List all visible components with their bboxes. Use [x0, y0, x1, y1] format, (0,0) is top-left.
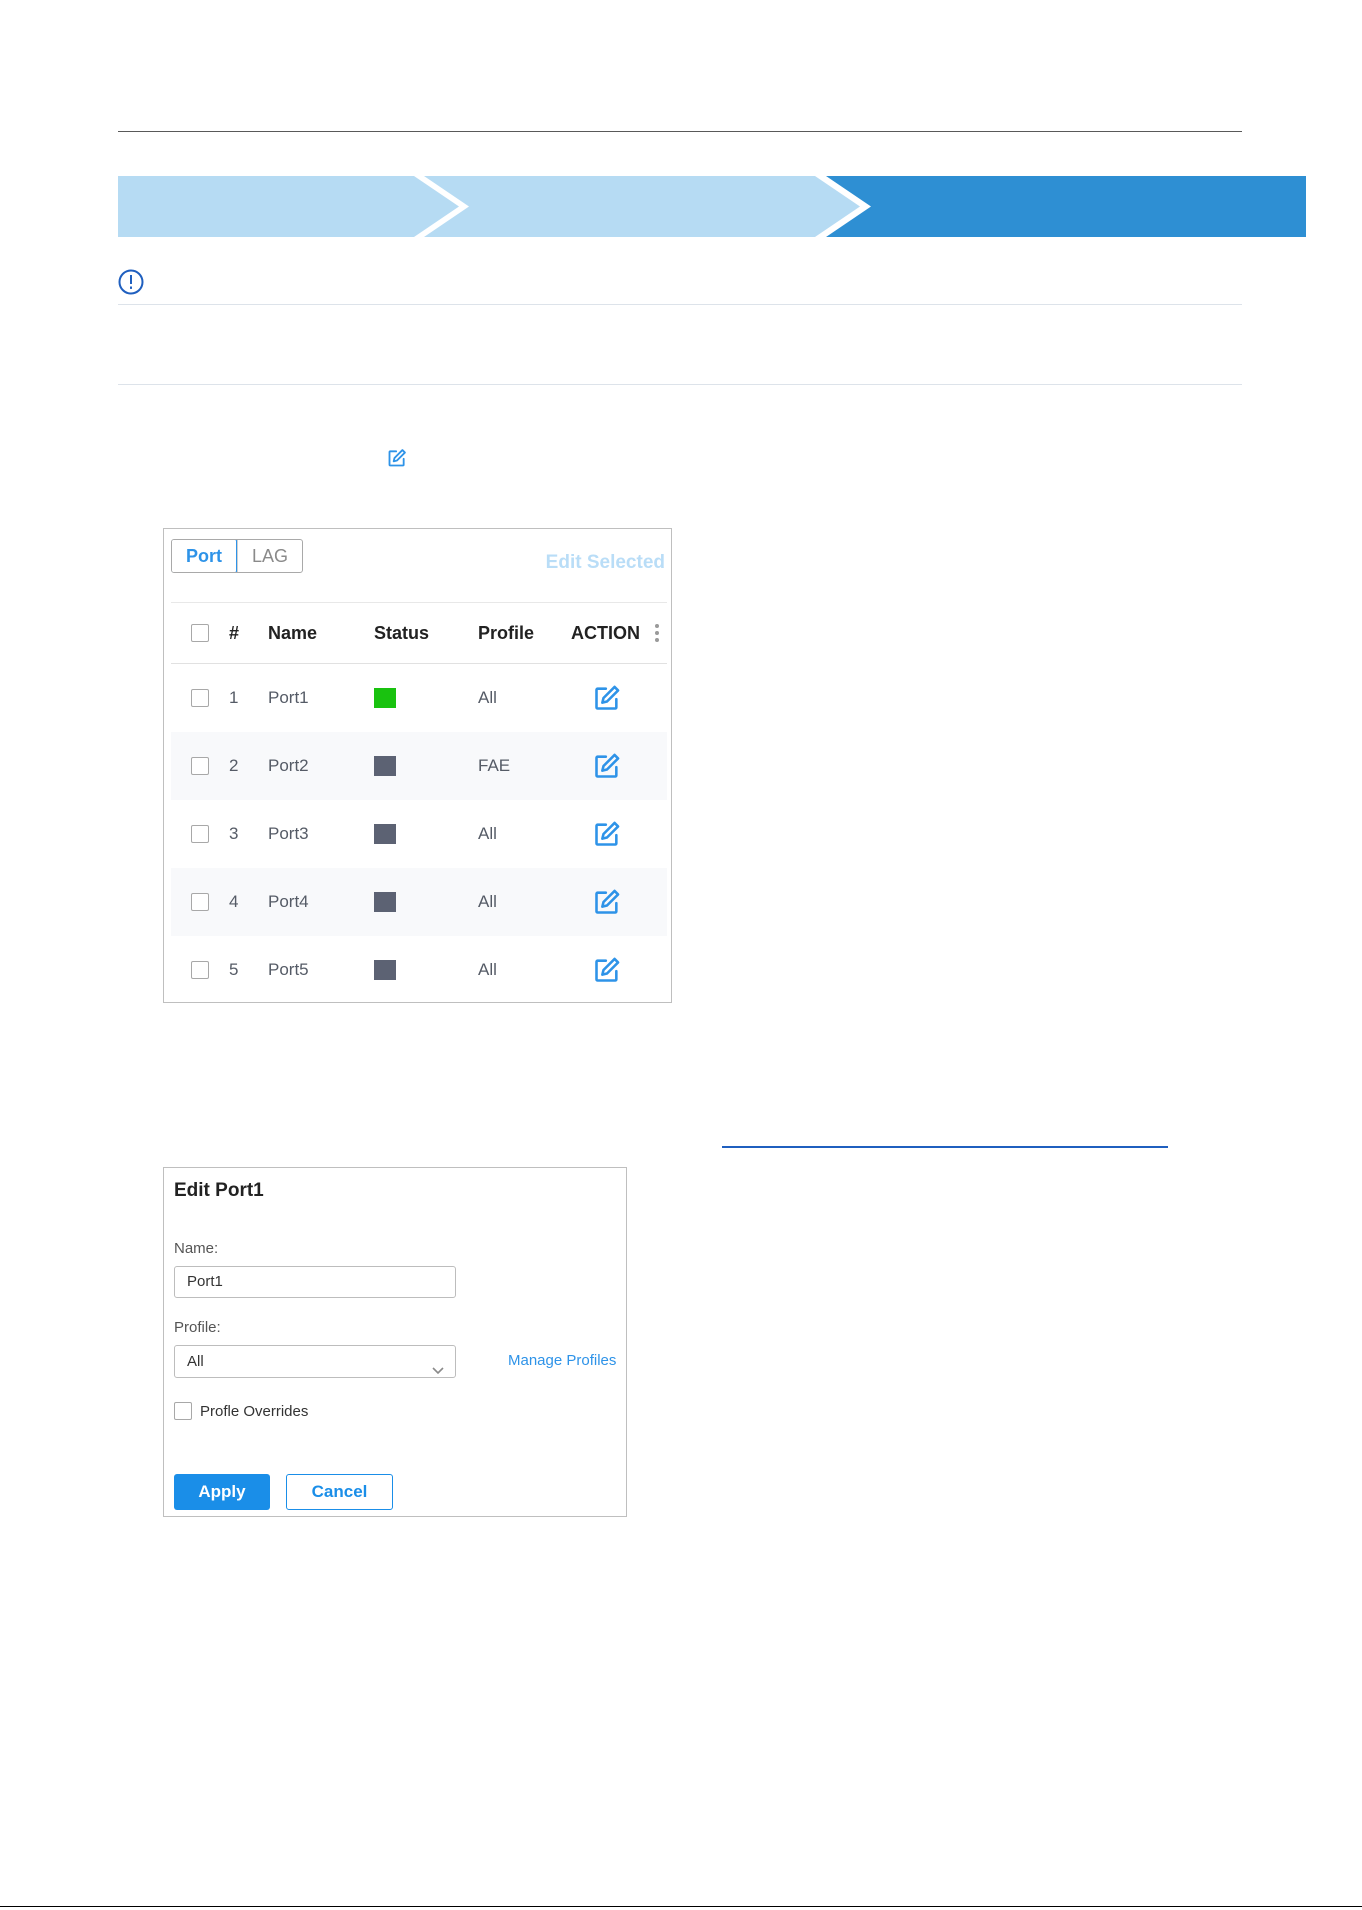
footer-divider [0, 1906, 1362, 1907]
profile-overrides-label: Profle Overrides [200, 1402, 309, 1420]
column-header-name[interactable]: Name [268, 603, 317, 663]
name-field[interactable]: Port1 [174, 1266, 456, 1298]
row-number: 3 [229, 824, 239, 843]
top-divider [118, 131, 1242, 132]
manage-profiles-link[interactable]: Manage Profiles [508, 1352, 616, 1369]
port-profile: All [478, 892, 497, 911]
profile-overrides-option: Profle Overrides [174, 1402, 308, 1420]
profile-overrides-checkbox[interactable] [174, 1402, 192, 1420]
row-checkbox[interactable] [191, 757, 209, 775]
status-indicator [374, 824, 396, 844]
row-checkbox[interactable] [191, 825, 209, 843]
column-header-status[interactable]: Status [374, 603, 429, 663]
notice-divider-top [118, 304, 1242, 305]
edit-icon[interactable] [593, 820, 621, 848]
row-checkbox[interactable] [191, 961, 209, 979]
port-profile: All [478, 688, 497, 707]
column-header-profile[interactable]: Profile [478, 603, 534, 663]
port-profile: All [478, 824, 497, 843]
edit-icon[interactable] [593, 956, 621, 984]
table-row: 5 Port5 All [171, 936, 667, 1004]
profile-label: Profile: [174, 1319, 221, 1336]
ports-table: # Name Status Profile ACTION 1 Port1 All [171, 602, 667, 1004]
port-name: Port4 [268, 892, 309, 911]
status-indicator [374, 756, 396, 776]
tab-lag[interactable]: LAG [237, 540, 302, 572]
status-indicator [374, 892, 396, 912]
ports-panel: Port LAG Edit Selected # Name Status Pro… [163, 528, 672, 1003]
profile-select-value: All [187, 1353, 204, 1370]
cancel-button[interactable]: Cancel [286, 1474, 393, 1510]
row-number: 1 [229, 688, 239, 707]
port-profile: All [478, 960, 497, 979]
link-underline[interactable] [722, 1146, 1168, 1148]
column-header-action: ACTION [571, 622, 640, 643]
progress-step-1 [118, 176, 459, 237]
table-row: 3 Port3 All [171, 800, 667, 868]
table-row: 1 Port1 All [171, 664, 667, 732]
column-header-number: # [229, 622, 240, 643]
table-row: 2 Port2 FAE [171, 732, 667, 800]
table-header: # Name Status Profile ACTION [171, 602, 667, 664]
row-checkbox[interactable] [191, 689, 209, 707]
status-indicator [374, 960, 396, 980]
edit-selected-button[interactable]: Edit Selected [546, 552, 665, 574]
row-number: 5 [229, 960, 239, 979]
chevron-down-icon [431, 1356, 445, 1375]
row-number: 2 [229, 756, 239, 775]
panel-title: Edit Port1 [174, 1180, 264, 1201]
table-row: 4 Port4 All [171, 868, 667, 936]
edit-port-panel: Edit Port1 Name: Port1 Profile: All Mana… [163, 1167, 627, 1517]
row-checkbox[interactable] [191, 893, 209, 911]
port-profile: FAE [478, 756, 511, 775]
select-all-checkbox[interactable] [191, 624, 209, 642]
tab-port[interactable]: Port [172, 540, 237, 572]
edit-icon[interactable] [593, 888, 621, 916]
port-name: Port2 [268, 756, 309, 775]
apply-button[interactable]: Apply [174, 1474, 270, 1510]
info-circle-icon [118, 269, 144, 295]
edit-icon[interactable] [593, 684, 621, 712]
row-number: 4 [229, 892, 239, 911]
port-name: Port3 [268, 824, 309, 843]
profile-select[interactable]: All [174, 1345, 456, 1378]
edit-icon[interactable] [593, 752, 621, 780]
port-lag-tabs: Port LAG [171, 539, 304, 573]
edit-icon [387, 448, 407, 468]
progress-step-3 [826, 176, 1306, 237]
progress-steps [118, 176, 1306, 237]
vertical-dots-icon[interactable] [654, 603, 660, 663]
status-indicator [374, 688, 396, 708]
port-name: Port1 [268, 688, 309, 707]
port-name: Port5 [268, 960, 309, 979]
name-label: Name: [174, 1240, 219, 1257]
notice-divider-bottom [118, 384, 1242, 385]
progress-step-2 [424, 176, 860, 237]
